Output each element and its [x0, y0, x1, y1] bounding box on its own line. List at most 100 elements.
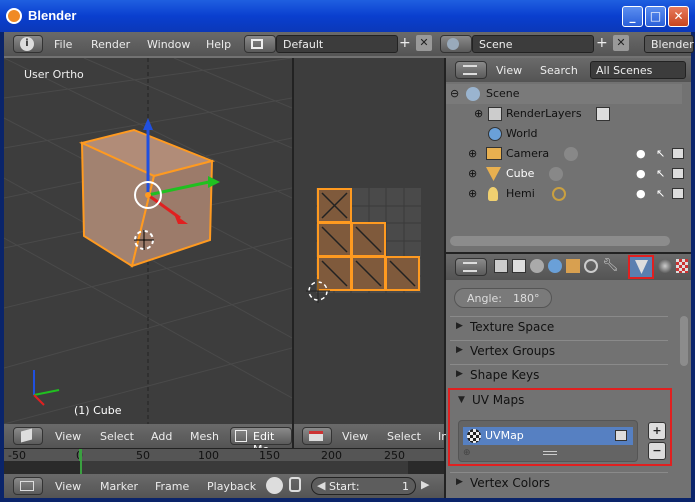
scene-browse-button[interactable]: [440, 35, 472, 53]
render-camera-icon[interactable]: [672, 188, 684, 199]
expand-icon[interactable]: ⊕: [468, 167, 477, 180]
editor-type-button-3d[interactable]: [13, 427, 43, 445]
object-tab-icon[interactable]: [566, 259, 580, 273]
close-button[interactable]: ✕: [668, 6, 689, 27]
panel-vertex-colors[interactable]: ▶ Vertex Colors: [450, 472, 668, 494]
layout-field[interactable]: Default: [276, 35, 398, 53]
uv-map-list[interactable]: UVMap ⊕: [458, 420, 638, 462]
render-camera-icon[interactable]: [672, 148, 684, 159]
menu-frame-timeline[interactable]: Frame: [155, 480, 189, 493]
editor-type-button-properties[interactable]: [455, 258, 487, 276]
angle-field[interactable]: Angle: 180°: [454, 288, 552, 308]
panel-texture-space[interactable]: ▶ Texture Space: [450, 316, 668, 338]
collapse-icon[interactable]: ⊖: [450, 87, 459, 100]
menu-select-uv[interactable]: Select: [387, 430, 421, 443]
menu-view-uv[interactable]: View: [342, 430, 368, 443]
panel-shape-keys[interactable]: ▶ Shape Keys: [450, 364, 668, 386]
viewport-3d[interactable]: User Ortho (1) Cube: [4, 58, 292, 424]
uv-map-item[interactable]: UVMap: [463, 427, 633, 445]
expand-icon[interactable]: ⊕: [468, 187, 477, 200]
menu-marker-timeline[interactable]: Marker: [100, 480, 138, 493]
menu-search-outliner[interactable]: Search: [540, 64, 578, 77]
scene-tab-icon[interactable]: [530, 259, 544, 273]
properties-header: 🔧︎: [446, 254, 691, 280]
tree-row-renderlayers[interactable]: ⊕ RenderLayers: [446, 104, 682, 124]
remove-uv-map-button[interactable]: −: [648, 442, 666, 460]
editor-type-button-uv[interactable]: [302, 427, 332, 445]
menu-playback-timeline[interactable]: Playback: [207, 480, 256, 493]
menu-view-outliner[interactable]: View: [496, 64, 522, 77]
menu-view-3d[interactable]: View: [55, 430, 81, 443]
material-tab-icon[interactable]: [658, 259, 672, 273]
delete-scene-icon[interactable]: ✕: [613, 35, 629, 51]
select-arrow-icon[interactable]: ↖: [656, 187, 665, 200]
mesh-data-tab[interactable]: [628, 255, 654, 279]
render-layers-icon: [488, 107, 502, 121]
decrement-icon[interactable]: ▶: [421, 478, 429, 491]
lock-icon[interactable]: [289, 477, 301, 492]
maximize-button[interactable]: □: [645, 6, 666, 27]
tree-row-scene[interactable]: ⊖ Scene: [446, 84, 682, 104]
add-scene-icon[interactable]: +: [596, 35, 608, 51]
tick-label: 250: [384, 449, 405, 462]
modifiers-wrench-icon[interactable]: 🔧︎: [602, 259, 619, 273]
visibility-eye-icon[interactable]: ●: [636, 147, 646, 160]
visibility-eye-icon[interactable]: ●: [636, 187, 646, 200]
tree-row-world[interactable]: World: [446, 124, 682, 144]
tree-row-hemi[interactable]: ⊕ Hemi ● ↖: [446, 184, 684, 204]
constraints-tab-icon[interactable]: [584, 259, 598, 273]
delete-layout-icon[interactable]: ✕: [416, 35, 432, 51]
menu-help[interactable]: Help: [206, 38, 231, 51]
menu-add-3d[interactable]: Add: [151, 430, 172, 443]
menu-window[interactable]: Window: [147, 38, 190, 51]
editor-type-button[interactable]: i: [13, 35, 43, 53]
editor-type-button-outliner[interactable]: [455, 61, 487, 79]
menu-render[interactable]: Render: [91, 38, 130, 51]
object-label: (1) Cube: [74, 404, 122, 417]
panel-vertex-groups[interactable]: ▶ Vertex Groups: [450, 340, 668, 362]
scene-field[interactable]: Scene: [472, 35, 594, 53]
render-tab-icon[interactable]: [494, 259, 508, 273]
panel-uv-maps[interactable]: ▼ UV Maps UVMap ⊕ + −: [448, 388, 672, 466]
add-uv-map-button[interactable]: +: [648, 422, 666, 440]
texture-tab-icon[interactable]: [676, 259, 688, 273]
editor-type-button-timeline[interactable]: [13, 477, 43, 495]
visibility-eye-icon[interactable]: ●: [636, 167, 646, 180]
render-engine-select[interactable]: Blender: [644, 35, 694, 53]
tree-row-camera[interactable]: ⊕ Camera ● ↖: [446, 144, 684, 164]
out-of-range-shade: [4, 461, 80, 475]
uv-image-editor[interactable]: [294, 58, 444, 424]
keying-clock-icon[interactable]: [266, 477, 283, 494]
render-camera-icon[interactable]: [672, 168, 684, 179]
select-arrow-icon[interactable]: ↖: [656, 167, 665, 180]
outliner-scrollbar[interactable]: [450, 236, 670, 246]
image-editor-icon: [309, 431, 323, 441]
minimize-button[interactable]: _: [622, 6, 643, 27]
timeline-area[interactable]: -50 0 50 100 150 200 250: [4, 448, 444, 475]
viewport-grid: [4, 58, 292, 424]
start-frame-field[interactable]: ◀ Start: 1: [311, 477, 416, 495]
expand-icon[interactable]: ⊕: [474, 107, 483, 120]
filter-options-icon[interactable]: ⊕: [463, 448, 471, 458]
world-tab-icon[interactable]: [548, 259, 562, 273]
display-mode-select[interactable]: All Scenes: [590, 61, 686, 79]
menu-file[interactable]: File: [54, 38, 72, 51]
view-label: User Ortho: [24, 68, 84, 81]
active-render-icon[interactable]: [615, 430, 627, 441]
panel-expanded-icon: ▼: [458, 395, 465, 405]
scene-icon: [466, 87, 480, 101]
render-layers-tab-icon[interactable]: [512, 259, 526, 273]
expand-icon[interactable]: ⊕: [468, 147, 477, 160]
mode-select[interactable]: Edit Mo: [230, 427, 292, 456]
select-arrow-icon[interactable]: ↖: [656, 147, 665, 160]
menu-view-timeline[interactable]: View: [55, 480, 81, 493]
menu-select-3d[interactable]: Select: [100, 430, 134, 443]
menu-mesh-3d[interactable]: Mesh: [190, 430, 219, 443]
add-layout-icon[interactable]: +: [399, 35, 411, 51]
camera-icon: [486, 147, 502, 160]
tree-row-cube[interactable]: ⊕ Cube ● ↖: [446, 164, 684, 184]
resize-grip-icon[interactable]: [543, 451, 557, 455]
panel-collapsed-icon: ▶: [456, 321, 463, 331]
screen-layout-button[interactable]: [244, 35, 276, 53]
properties-scrollbar[interactable]: [680, 316, 688, 366]
